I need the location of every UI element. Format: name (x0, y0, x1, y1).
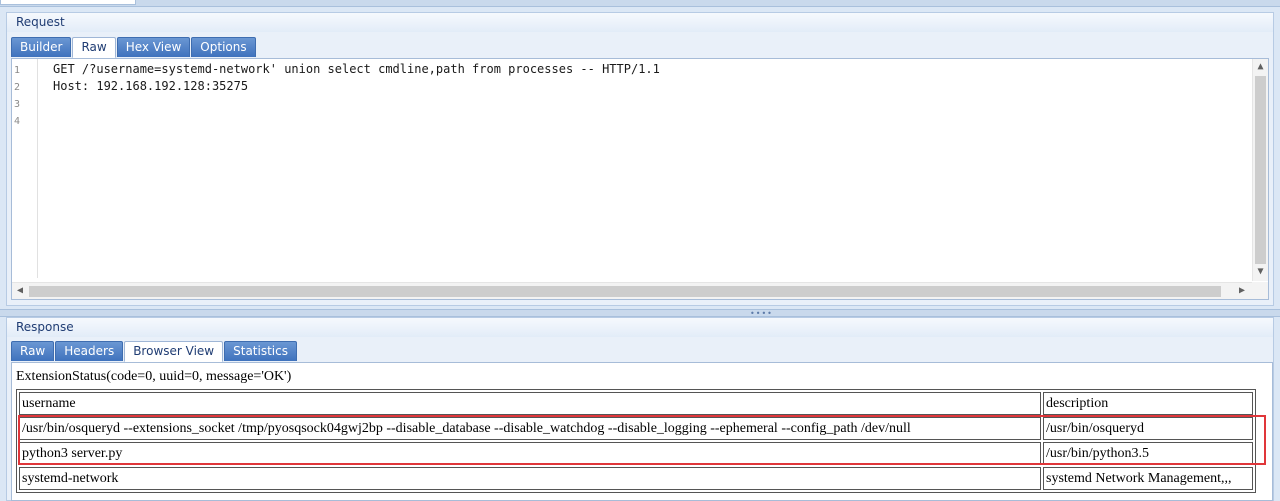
table-cell: systemd Network Management,,, (1043, 467, 1253, 490)
tab-browser-view[interactable]: Browser View (124, 341, 224, 362)
code-line[interactable]: GET /?username=systemd-network' union se… (53, 61, 660, 78)
request-panel: Builder Raw Hex View Options 1 2 3 4 GET… (6, 32, 1274, 306)
response-tabs: Raw Headers Browser View Statistics (11, 341, 297, 362)
response-panel: Raw Headers Browser View Statistics Exte… (6, 337, 1274, 501)
line-number: 1 (14, 65, 21, 76)
tab-raw[interactable]: Raw (72, 37, 116, 58)
code-line[interactable]: Host: 192.168.192.128:35275 (53, 78, 248, 95)
table-row: /usr/bin/osqueryd --extensions_socket /t… (19, 417, 1253, 440)
table-row: python3 server.py /usr/bin/python3.5 (19, 442, 1253, 465)
tab-statistics[interactable]: Statistics (224, 341, 297, 361)
scroll-up-icon[interactable]: ▲ (1253, 59, 1268, 75)
response-panel-header: Response (6, 317, 1274, 337)
tab-builder[interactable]: Builder (11, 37, 72, 57)
table-cell: /usr/bin/python3.5 (1043, 442, 1253, 465)
response-title: Response (16, 320, 74, 334)
tab-response-raw[interactable]: Raw (11, 341, 55, 361)
splitter-grip-icon[interactable]: •••• (750, 310, 773, 318)
table-header-row: username description (19, 392, 1253, 415)
scroll-left-icon[interactable]: ◀ (12, 283, 28, 299)
line-number: 3 (14, 99, 21, 110)
line-number: 4 (14, 116, 21, 127)
vertical-scroll-thumb[interactable] (1255, 76, 1266, 264)
scroll-down-icon[interactable]: ▼ (1253, 264, 1268, 280)
tab-hex-view[interactable]: Hex View (116, 37, 191, 57)
panel-splitter[interactable]: •••• (0, 309, 1280, 318)
table-cell: python3 server.py (19, 442, 1041, 465)
tab-headers[interactable]: Headers (55, 341, 124, 361)
extension-status-text: ExtensionStatus(code=0, uuid=0, message=… (16, 369, 292, 384)
request-panel-header: Request (6, 12, 1274, 32)
request-title: Request (16, 15, 65, 29)
horizontal-scroll-thumb[interactable] (29, 286, 1221, 297)
table-cell: /usr/bin/osqueryd (1043, 417, 1253, 440)
horizontal-scrollbar[interactable]: ◀ ▶ (12, 282, 1252, 299)
column-header-description: description (1043, 392, 1253, 415)
browser-view: ExtensionStatus(code=0, uuid=0, message=… (11, 362, 1273, 501)
result-table: username description /usr/bin/osqueryd -… (16, 389, 1256, 493)
table-row: systemd-network systemd Network Manageme… (19, 467, 1253, 490)
vertical-scrollbar[interactable]: ▲ ▼ (1252, 59, 1268, 281)
request-editor[interactable]: 1 2 3 4 GET /?username=systemd-network' … (11, 58, 1269, 300)
top-strip (0, 0, 1280, 7)
scroll-corner (1252, 282, 1268, 299)
top-tab-stub[interactable] (0, 0, 136, 5)
column-header-username: username (19, 392, 1041, 415)
table-cell: systemd-network (19, 467, 1041, 490)
request-tabs: Builder Raw Hex View Options (11, 37, 256, 58)
line-number: 2 (14, 82, 21, 93)
line-number-gutter: 1 2 3 4 (12, 59, 38, 278)
tab-options[interactable]: Options (191, 37, 256, 57)
http-request-tool: Request Builder Raw Hex View Options 1 2… (0, 0, 1280, 501)
scroll-right-icon[interactable]: ▶ (1234, 283, 1250, 299)
table-cell: /usr/bin/osqueryd --extensions_socket /t… (19, 417, 1041, 440)
